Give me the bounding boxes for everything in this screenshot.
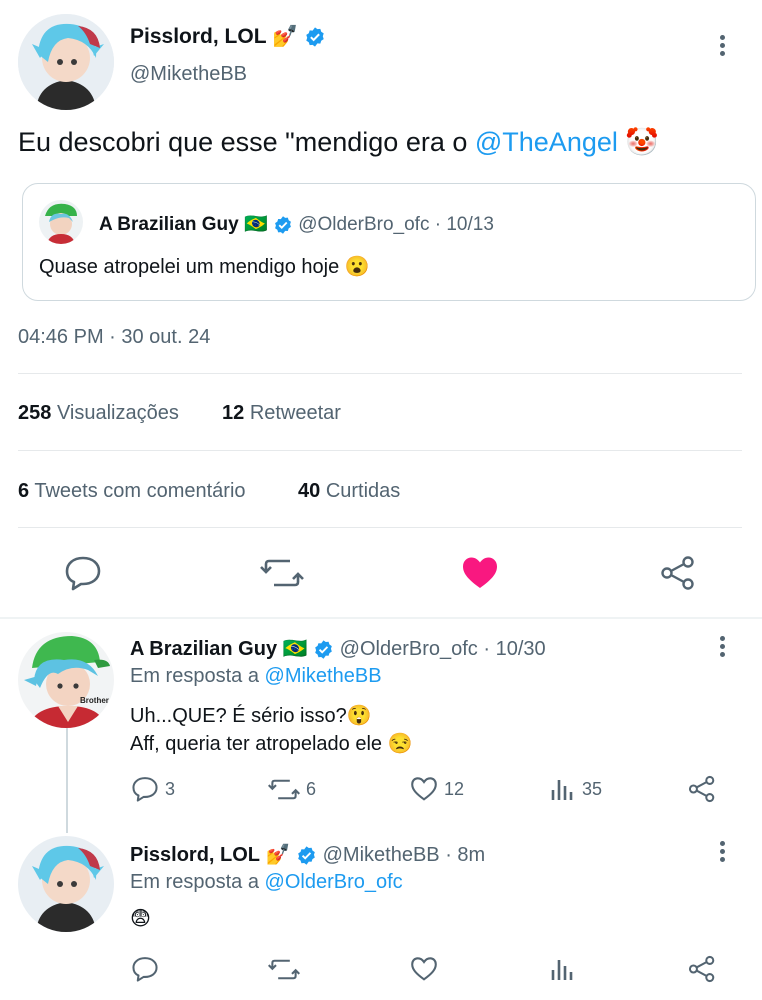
heart-filled-icon [463,557,497,588]
heart-icon [411,957,437,981]
heart-icon [411,777,437,801]
retweet-icon [268,779,300,800]
retweet-button[interactable]: 6 [268,777,316,802]
reply-author-meta[interactable]: @MiketheBB · 8m [323,844,486,866]
views-icon [551,780,573,800]
reply-author-name[interactable]: A Brazilian Guy [130,638,277,660]
reply-button[interactable] [131,956,159,982]
share-icon [661,556,694,590]
nail-polish-emoji: 💅 [265,842,291,866]
likes-stat[interactable]: 40 Curtidas [298,480,400,503]
retweets-stat[interactable]: 12 Retweetar [222,402,341,425]
main-author-avatar[interactable] [18,14,114,110]
retweet-count: 6 [306,779,317,799]
reply-author-name[interactable]: Pisslord, LOL [130,844,260,866]
reply-icon [132,957,158,982]
more-options-icon[interactable] [720,35,726,59]
divider [18,450,742,451]
tweet-timestamp[interactable]: 04:46 PM · 30 out. 24 [18,326,210,349]
reply-author-avatar[interactable] [18,836,114,932]
views-button[interactable] [550,956,574,982]
quoted-author-name: A Brazilian Guy [99,214,239,235]
share-icon [688,775,715,803]
reply-context: Em resposta a @MiketheBB [130,665,382,687]
retweet-icon [260,559,304,587]
brazil-flag-emoji: 🇧🇷 [282,636,308,660]
reply-icon [65,556,101,591]
reply-context: Em resposta a @OlderBro_ofc [130,871,403,893]
quoted-author-avatar [39,200,83,244]
divider [18,527,742,528]
divider [18,373,742,374]
verified-badge-icon [315,640,332,659]
retweet-icon [268,959,300,980]
verified-badge-icon [275,216,291,234]
share-icon [688,955,715,983]
main-author-name[interactable]: Pisslord, LOL [130,25,267,48]
reply-count: 3 [165,778,176,799]
more-options-icon[interactable] [720,636,726,660]
like-count: 12 [444,778,465,799]
section-divider [0,617,762,619]
reply-icon [132,777,158,802]
main-author-handle[interactable]: @MiketheBB [130,63,247,86]
reply-text: Uh...QUE? É sério isso?😲 Aff, queria ter… [130,705,413,755]
main-tweet-text: Eu descobri que esse "mendigo era o @The… [18,127,660,158]
like-button[interactable] [410,956,438,982]
clown-emoji: 🤡 [625,127,660,158]
views-icon [551,960,573,980]
share-button[interactable] [688,955,716,983]
reply-author-avatar[interactable]: Brother [18,632,114,728]
views-count: 35 [582,778,603,799]
quoted-tweet-card[interactable]: A Brazilian Guy 🇧🇷 @OlderBro_ofc · 10/13… [22,183,756,301]
reply-author-meta[interactable]: @OlderBro_ofc · 10/30 [340,638,546,660]
nail-polish-emoji: 💅 [272,24,299,48]
quote-tweets-stat[interactable]: 6 Tweets com comentário [18,480,246,503]
views-button[interactable]: 35 [550,776,602,802]
like-button[interactable]: 12 [410,776,464,802]
reply-button[interactable]: 3 [131,776,175,802]
quoted-tweet-text: Quase atropelei um mendigo hoje 😮 [39,256,370,278]
avatar-caption: Brother [80,696,109,705]
mention-link[interactable]: @TheAngel [475,127,618,157]
reply-to-mention[interactable]: @OlderBro_ofc [265,871,403,893]
reply-to-mention[interactable]: @MiketheBB [265,665,382,687]
quoted-author-meta: @OlderBro_ofc · 10/13 [298,214,494,235]
retweet-button[interactable] [268,957,300,982]
more-options-icon[interactable] [720,841,726,865]
brazil-flag-emoji: 🇧🇷 [244,213,268,235]
verified-badge-icon [306,27,325,48]
share-button[interactable] [688,775,716,803]
reply-header: A Brazilian Guy 🇧🇷 @OlderBro_ofc · 10/30 [130,636,546,661]
share-button[interactable] [660,555,696,596]
main-author-name-row[interactable]: Pisslord, LOL 💅 [130,24,326,49]
retweet-button[interactable] [260,556,304,595]
reply-button[interactable] [64,555,102,596]
like-button[interactable] [461,556,499,595]
thread-line [66,728,68,833]
reply-header: Pisslord, LOL 💅 @MiketheBB · 8m [130,842,485,867]
verified-badge-icon [298,846,315,865]
views-stat[interactable]: 258 Visualizações [18,402,179,425]
reply-text: 😨 [130,906,151,930]
